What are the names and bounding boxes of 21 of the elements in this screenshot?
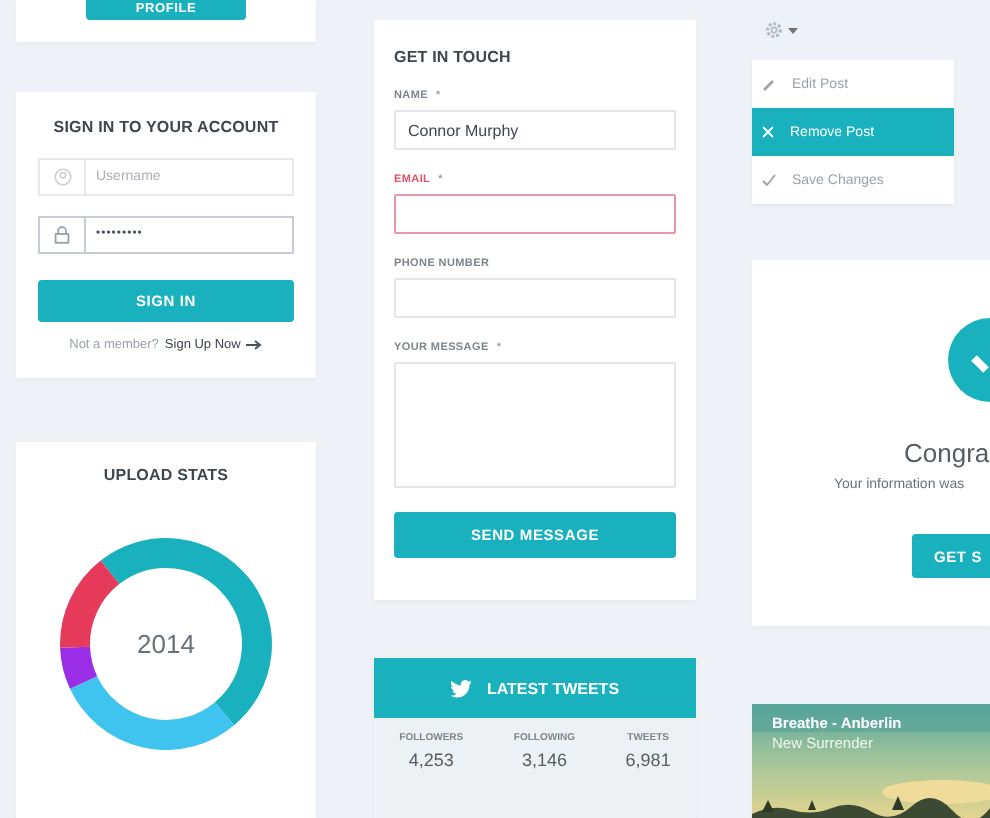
arrow-right-icon xyxy=(246,339,263,350)
chart-center-label: 2014 xyxy=(137,628,195,659)
stat-value: 6,981 xyxy=(625,750,671,770)
congrats-heading: Congra xyxy=(904,438,990,468)
stat-value: 4,253 xyxy=(408,750,454,770)
stat-value: 3,146 xyxy=(521,750,567,770)
close-icon xyxy=(762,126,774,138)
lock-icon xyxy=(54,225,70,244)
tweets-title: LATEST TWEETS xyxy=(486,679,620,697)
gear-icon[interactable] xyxy=(764,20,784,40)
bird-icon xyxy=(450,679,473,697)
check-icon xyxy=(762,174,776,186)
input-field[interactable] xyxy=(394,194,676,234)
card-title: SIGN IN TO YOUR ACCOUNT xyxy=(51,117,281,136)
pencil-icon xyxy=(762,77,776,91)
card-title: UPLOAD STATS xyxy=(101,465,231,484)
message-field[interactable] xyxy=(394,362,676,488)
user-icon xyxy=(53,167,71,186)
caret-icon xyxy=(788,27,798,33)
card-title: GET IN TOUCH xyxy=(394,48,513,66)
input-field[interactable]: Connor Murphy xyxy=(394,110,676,150)
